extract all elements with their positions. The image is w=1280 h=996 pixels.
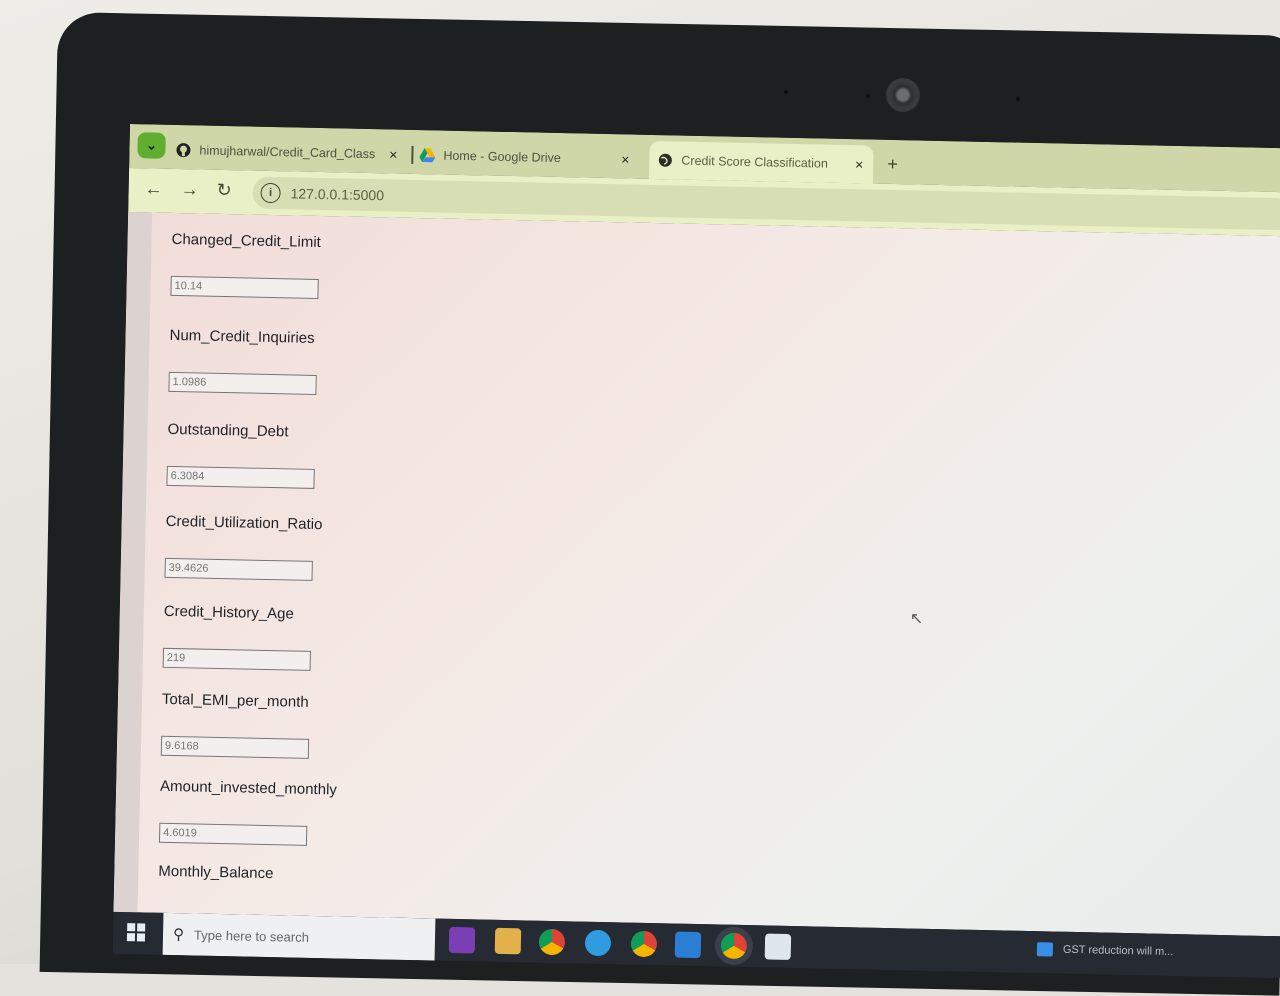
total-emi-per-month-input[interactable] — [160, 735, 310, 759]
field-credit-utilization-ratio: Credit_Utilization_Ratio — [164, 512, 323, 581]
field-label: Credit_History_Age — [163, 602, 295, 623]
chrome-icon[interactable] — [538, 928, 566, 956]
credit-history-age-input[interactable] — [162, 647, 312, 671]
close-icon[interactable]: × — [855, 156, 864, 172]
mouse-cursor-icon: ↖ — [909, 610, 924, 628]
field-label: Total_EMI_per_month — [161, 690, 309, 711]
google-drive-icon — [419, 147, 436, 163]
field-label: Amount_invested_monthly — [159, 777, 338, 799]
laptop-screen: ⌄ himujharwal/Credit_Card_Class × Home -… — [112, 124, 1280, 979]
vscode-icon[interactable] — [674, 931, 702, 959]
field-monthly-balance: Monthly_Balance — [158, 863, 273, 882]
globe-icon — [657, 152, 673, 168]
field-label: Credit_Utilization_Ratio — [165, 512, 323, 534]
sensor-dot — [866, 94, 870, 98]
news-ticker[interactable]: GST reduction will m... — [1063, 944, 1174, 958]
field-label: Monthly_Balance — [158, 862, 274, 883]
tab-label: Credit Score Classification — [681, 153, 829, 171]
windows-start-icon[interactable] — [126, 923, 146, 942]
tab-group-chevron-icon[interactable]: ⌄ — [137, 132, 166, 159]
search-placeholder: Type here to search — [193, 927, 310, 945]
webcam-icon — [886, 78, 920, 112]
field-label: Changed_Credit_Limit — [171, 230, 322, 252]
url-text: 127.0.0.1:5000 — [290, 185, 385, 204]
tab-github[interactable]: himujharwal/Credit_Card_Class × — [175, 131, 408, 174]
outstanding-debt-input[interactable] — [166, 465, 315, 489]
file-explorer-icon[interactable] — [494, 927, 522, 955]
news-icon — [1036, 942, 1054, 957]
edge-icon[interactable] — [584, 929, 612, 957]
back-arrow-icon[interactable]: ← — [144, 178, 162, 199]
field-outstanding-debt: Outstanding_Debt — [166, 421, 315, 489]
calculator-icon[interactable] — [764, 933, 792, 961]
field-num-credit-inquiries: Num_Credit_Inquiries — [168, 327, 317, 395]
changed-credit-limit-input[interactable] — [170, 275, 319, 299]
field-amount-invested-monthly: Amount_invested_monthly — [158, 777, 338, 847]
site-info-icon[interactable]: i — [260, 182, 281, 204]
chrome-active-icon[interactable] — [720, 932, 748, 960]
field-changed-credit-limit: Changed_Credit_Limit — [170, 231, 321, 299]
num-credit-inquiries-input[interactable] — [168, 371, 317, 395]
sensor-dot — [1016, 97, 1020, 101]
page-content: Changed_Credit_Limit Num_Credit_Inquirie… — [113, 211, 1280, 937]
amount-invested-monthly-input[interactable] — [158, 822, 308, 846]
field-total-emi-per-month: Total_EMI_per_month — [160, 690, 310, 759]
new-tab-button[interactable]: + — [887, 154, 898, 175]
tab-google-drive[interactable]: Home - Google Drive × — [419, 136, 640, 179]
credit-utilization-ratio-input[interactable] — [164, 557, 313, 581]
tab-label: himujharwal/Credit_Card_Class — [199, 143, 376, 162]
close-icon[interactable]: × — [621, 151, 630, 167]
field-credit-history-age: Credit_History_Age — [162, 602, 312, 671]
sensor-dot — [784, 90, 788, 94]
github-icon — [175, 142, 191, 158]
taskbar-search[interactable]: ⚲ Type here to search — [162, 912, 436, 961]
field-label: Outstanding_Debt — [167, 420, 289, 441]
close-icon[interactable]: × — [389, 146, 398, 162]
search-icon: ⚲ — [172, 926, 185, 944]
chrome-profile-icon[interactable] — [630, 930, 658, 958]
tab-credit-score[interactable]: Credit Score Classification × — [648, 140, 874, 184]
tab-label: Home - Google Drive — [443, 148, 561, 166]
tab-divider — [411, 145, 414, 164]
field-label: Num_Credit_Inquiries — [169, 326, 315, 347]
reload-icon[interactable]: ↻ — [216, 180, 232, 201]
onenote-icon[interactable] — [448, 926, 476, 954]
forward-arrow-icon[interactable]: → — [180, 179, 198, 200]
